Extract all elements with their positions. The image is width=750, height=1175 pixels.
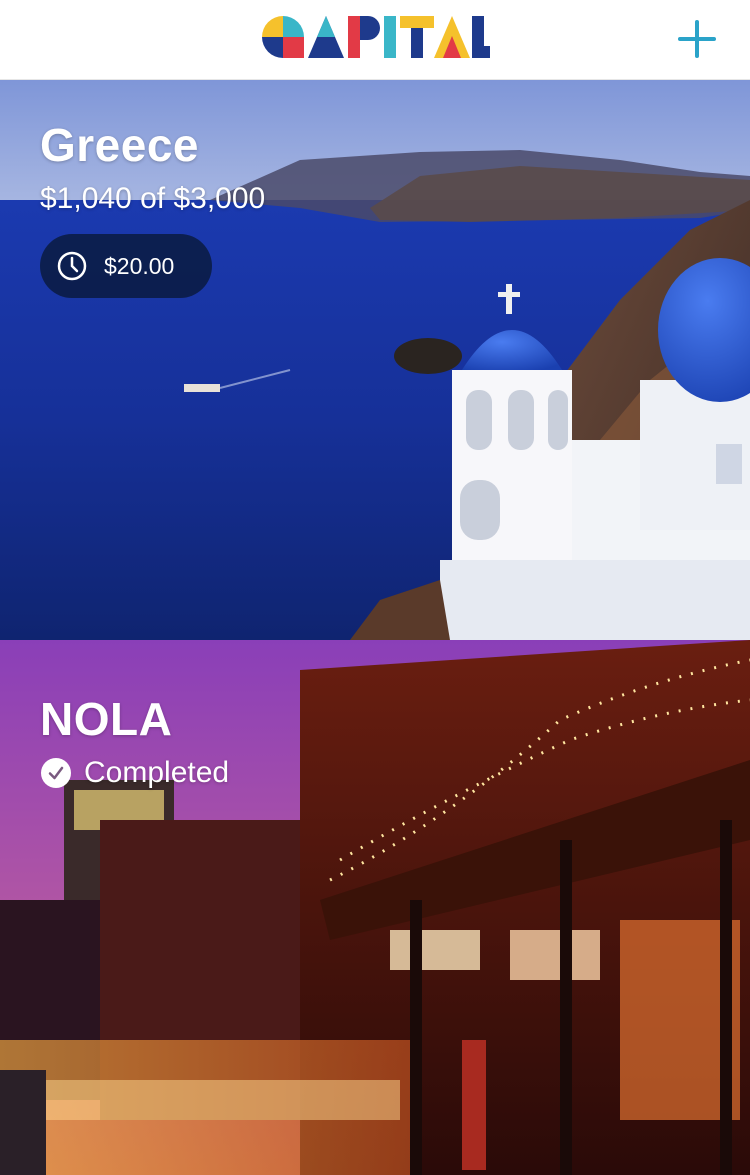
goal-title: NOLA <box>40 693 173 745</box>
add-goal-button[interactable] <box>674 16 720 62</box>
scheduled-saving-pill[interactable]: $20.00 <box>40 234 212 298</box>
clock-icon <box>57 251 87 281</box>
goal-card-greece[interactable]: Greece $1,040 of $3,000 $20.00 <box>0 80 750 640</box>
check-circle-icon <box>41 758 71 788</box>
goal-status-text: Completed <box>84 756 230 789</box>
goal-status: Completed <box>40 756 229 790</box>
goal-title: Greece <box>40 119 200 171</box>
goal-progress: $1,040 of $3,000 <box>40 182 266 215</box>
app-header <box>0 0 750 80</box>
goal-card-nola[interactable]: NOLA Completed <box>0 640 750 1175</box>
qapital-logo <box>262 16 490 58</box>
scheduled-amount: $20.00 <box>104 252 175 279</box>
